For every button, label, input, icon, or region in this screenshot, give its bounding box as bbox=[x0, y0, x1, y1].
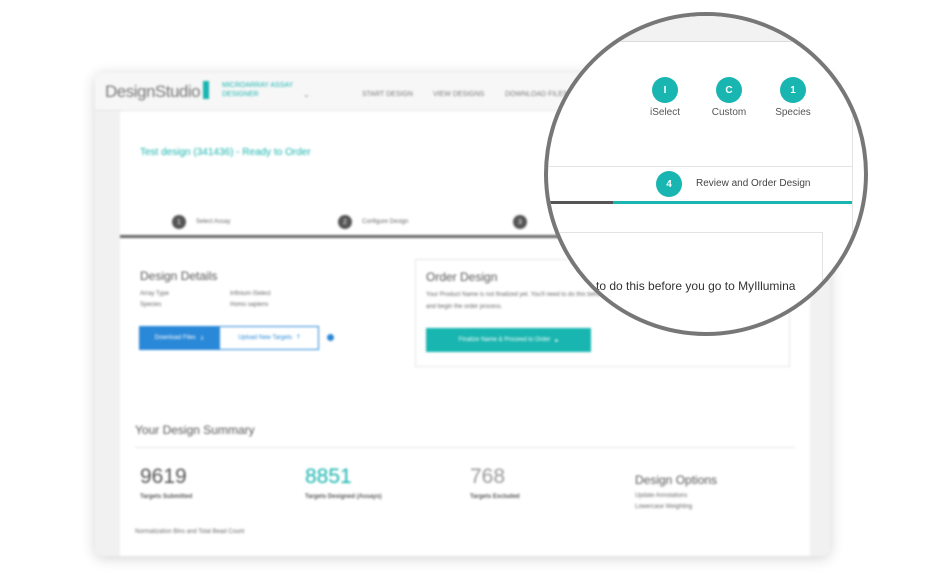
upload-targets-button[interactable]: Upload New Targets ⤒ bbox=[219, 326, 319, 350]
button-label: Download Files bbox=[154, 335, 196, 341]
summary-heading: Your Design Summary bbox=[135, 423, 255, 437]
page-title: Test design (341436) - Ready to Order bbox=[140, 147, 311, 158]
panel-edge bbox=[852, 42, 853, 332]
species-badge: 1 bbox=[780, 77, 806, 103]
detail-key: Array Type bbox=[140, 291, 169, 297]
step-2[interactable]: 2 Configure Design bbox=[338, 215, 408, 229]
stat-value: 9619 bbox=[140, 465, 187, 488]
normalization-heading: Normalization Bins and Total Bead Count bbox=[135, 529, 245, 535]
nav-view-designs[interactable]: VIEW DESIGNS bbox=[433, 91, 484, 98]
product-selector[interactable]: MICROARRAY ASSAY DESIGNER bbox=[222, 81, 312, 99]
order-heading: Order Design bbox=[426, 270, 498, 284]
step-label: Select Assay bbox=[196, 219, 231, 225]
step-4-label[interactable]: Review and Order Design bbox=[696, 178, 811, 189]
detail-value: Homo sapiens bbox=[230, 302, 269, 308]
order-text-zoomed: to do this before you go to MyIllumina bbox=[596, 279, 796, 293]
step-4-badge[interactable]: 4 bbox=[656, 171, 682, 197]
detail-value: Infinium iSelect bbox=[230, 291, 271, 297]
stat-value: 8851 bbox=[305, 465, 352, 488]
design-options-heading: Design Options bbox=[635, 473, 718, 487]
badge-label: Custom bbox=[711, 107, 747, 118]
design-details-heading: Design Details bbox=[140, 269, 218, 283]
download-files-button[interactable]: Download Files ⤓ bbox=[139, 326, 219, 350]
step-number: 1 bbox=[172, 215, 186, 229]
upload-icon: ⤒ bbox=[297, 334, 300, 341]
step-3[interactable]: 3 bbox=[513, 215, 527, 229]
order-text: and begin the order process. bbox=[426, 304, 503, 310]
logo-bar bbox=[203, 81, 209, 99]
magnifier-lens: I iSelect C Custom 1 Species 4 Review an… bbox=[544, 12, 868, 336]
progress-current bbox=[613, 201, 852, 204]
step-label: Configure Design bbox=[362, 219, 409, 225]
custom-badge: C bbox=[716, 77, 742, 103]
step-1[interactable]: 1 Select Assay bbox=[172, 215, 230, 229]
chevron-down-icon[interactable]: ⌄ bbox=[303, 90, 310, 99]
option-item: Lowercase Weighting bbox=[635, 504, 693, 510]
logo: DesignStudio bbox=[105, 82, 201, 101]
divider bbox=[135, 447, 795, 448]
arrow-icon: ▸ bbox=[555, 337, 559, 344]
step-number: 2 bbox=[338, 215, 352, 229]
detail-key: Species bbox=[140, 302, 162, 308]
stat-label: Targets Designed (Assays) bbox=[305, 494, 382, 500]
progress-complete bbox=[548, 201, 613, 204]
badge-label: Species bbox=[775, 107, 811, 118]
button-label: Upload New Targets bbox=[238, 335, 293, 341]
badge-label: iSelect bbox=[649, 107, 680, 118]
step-number: 3 bbox=[513, 215, 527, 229]
iselect-badge: I bbox=[652, 77, 678, 103]
magnified-header bbox=[548, 16, 864, 42]
info-icon[interactable] bbox=[327, 334, 334, 341]
divider bbox=[548, 166, 852, 167]
download-icon: ⤓ bbox=[200, 334, 204, 341]
nav-start-design[interactable]: START DESIGN bbox=[362, 91, 413, 98]
stat-label: Targets Submitted bbox=[140, 494, 193, 500]
stat-value: 768 bbox=[470, 465, 506, 488]
option-item: Update Annotations bbox=[635, 493, 688, 499]
button-label: Finalize Name & Proceed to Order bbox=[458, 337, 551, 343]
stat-label: Targets Excluded bbox=[470, 494, 520, 500]
